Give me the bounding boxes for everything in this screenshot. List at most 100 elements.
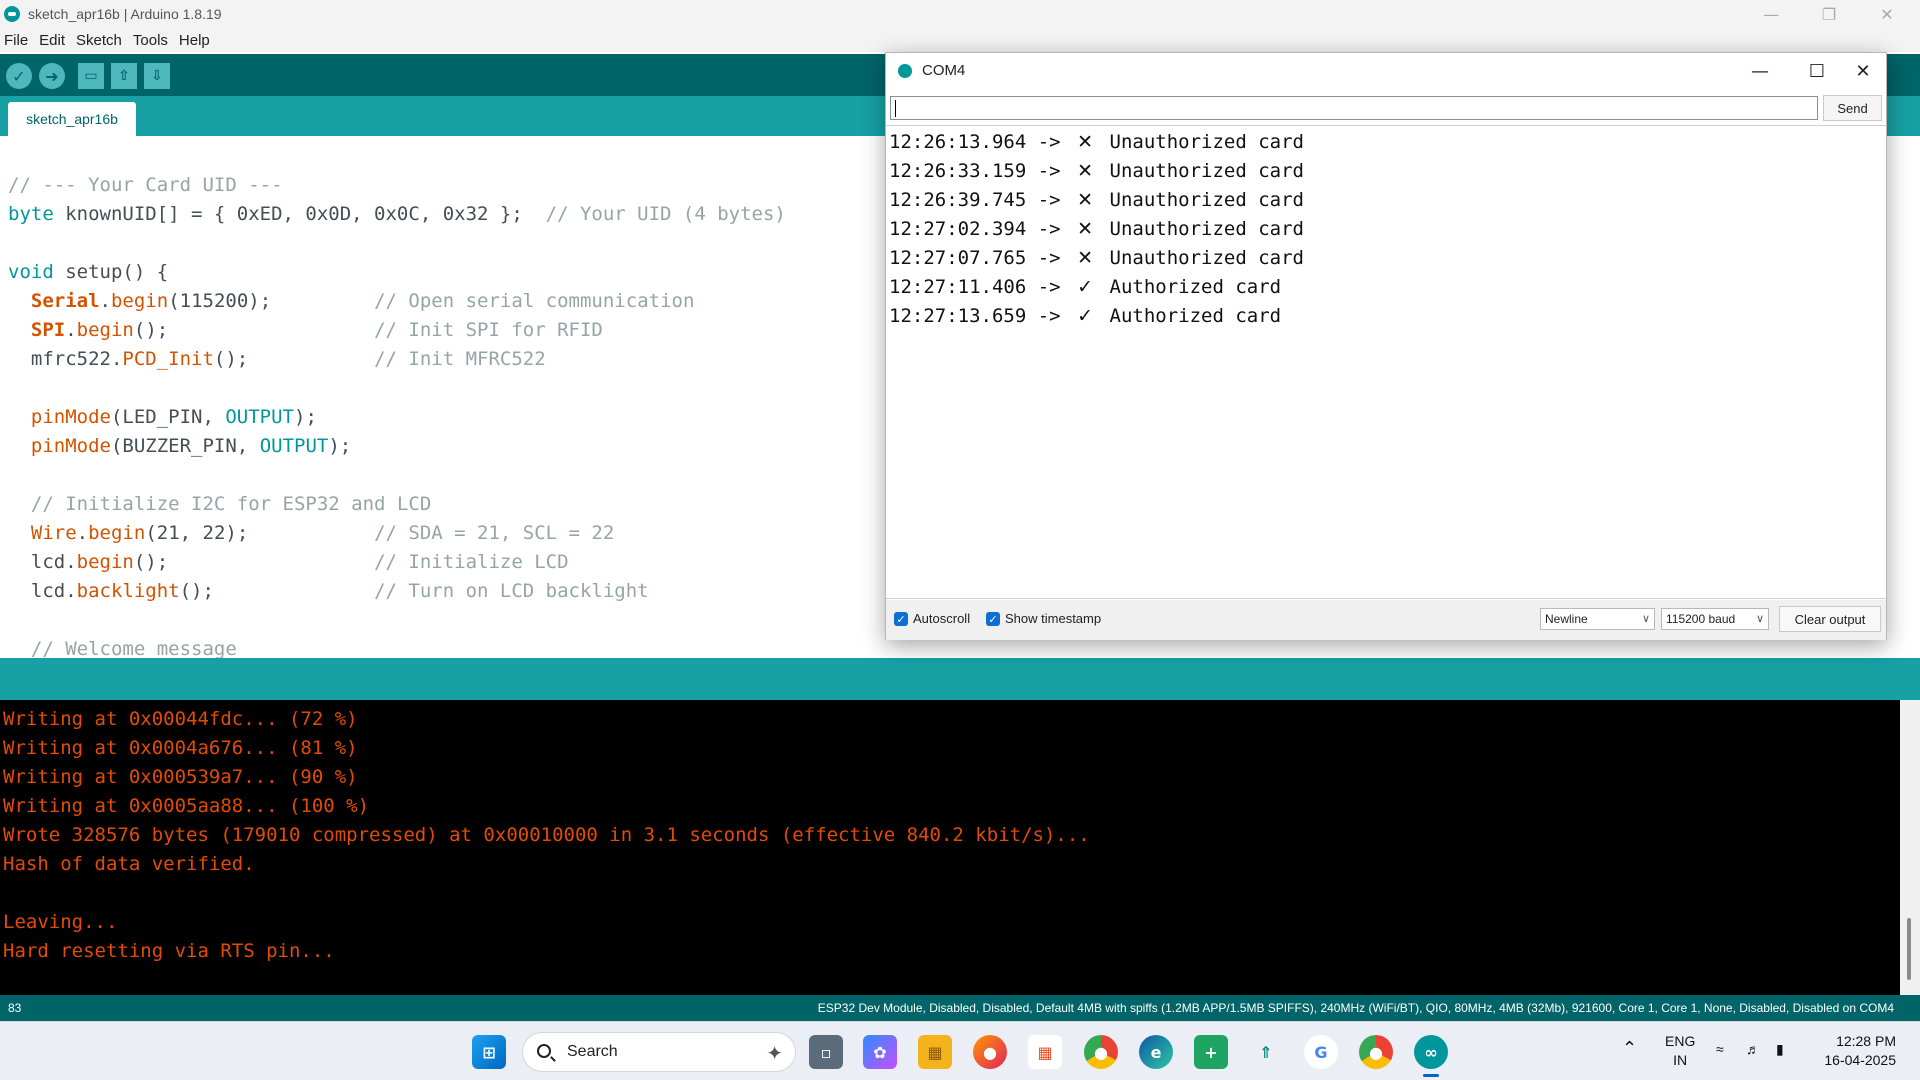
baud-select[interactable]: 115200 baud ∨ — [1661, 608, 1769, 630]
save-icon[interactable]: ⇩ — [144, 63, 170, 89]
code-line: // Welcome message — [30, 638, 237, 658]
timestamp: 12:26:39.745 -> — [889, 189, 1061, 211]
taskbar-search[interactable]: Search ✦ — [522, 1032, 796, 1072]
menu-edit[interactable]: Edit — [39, 32, 65, 49]
battery-icon[interactable]: ▮ — [1776, 1040, 1784, 1059]
menu-file[interactable]: File — [4, 32, 28, 49]
timestamp: 12:27:07.765 -> — [889, 247, 1061, 269]
menu-tools[interactable]: Tools — [133, 32, 168, 49]
restore-icon[interactable]: ❐ — [1800, 0, 1858, 28]
language-label: ENG — [1665, 1033, 1696, 1049]
console-scrollbar[interactable] — [1900, 700, 1920, 995]
console-line: Hash of data verified. — [3, 853, 255, 875]
serial-line: 12:27:07.765 -> ✕ Unauthorized card — [889, 247, 1304, 269]
line-ending-select[interactable]: Newline ∨ — [1540, 608, 1655, 630]
output-console: Writing at 0x00044fdc... (72 %) Writing … — [0, 700, 1920, 995]
chrome-profile-icon[interactable]: ● — [1359, 1035, 1393, 1069]
line-number: 83 — [8, 1001, 22, 1015]
maximize-icon[interactable]: ☐ — [1797, 57, 1837, 85]
message: Unauthorized card — [1109, 131, 1304, 153]
menu-bar: File Edit Sketch Tools Help — [0, 28, 1920, 52]
code-line: void setup() { — [8, 261, 169, 283]
clock[interactable]: 12:28 PM 16-04-2025 — [1810, 1032, 1896, 1070]
file-explorer-icon[interactable]: ▦ — [918, 1035, 952, 1069]
code-lines: // --- Your Card UID --- byte knownUID[]… — [8, 142, 786, 658]
wifi-icon[interactable]: ≈ — [1716, 1040, 1724, 1059]
code-line: // Initialize I2C for ESP32 and LCD — [30, 493, 432, 515]
editor-console-divider[interactable] — [0, 658, 1920, 700]
console-line: Hard resetting via RTS pin... — [3, 940, 335, 962]
arduino-taskbar-icon[interactable]: ∞ — [1414, 1035, 1448, 1069]
menu-help[interactable]: Help — [179, 32, 210, 49]
upload-icon[interactable]: ➜ — [39, 63, 65, 89]
tab-sketch[interactable]: sketch_apr16b — [8, 102, 136, 136]
sheets-icon[interactable]: + — [1194, 1035, 1228, 1069]
title-bar: sketch_apr16b | Arduino 1.8.19 — ❐ ✕ — [0, 0, 1920, 28]
timestamp: 12:27:13.659 -> — [889, 305, 1061, 327]
line-ending-value: Newline — [1545, 612, 1588, 626]
clock-date: 16-04-2025 — [1824, 1052, 1896, 1068]
board-info: ESP32 Dev Module, Disabled, Disabled, De… — [817, 1001, 1894, 1015]
console-line: Leaving... — [3, 911, 118, 933]
google-icon[interactable]: G — [1304, 1035, 1338, 1069]
serial-line: 12:26:13.964 -> ✕ Unauthorized card — [889, 131, 1304, 153]
autoscroll-checkbox[interactable]: ✓ — [894, 612, 908, 626]
code-line: byte knownUID[] = { 0xED, 0x0D, 0x0C, 0x… — [8, 203, 786, 225]
console-line: Writing at 0x0005aa88... (100 %) — [3, 795, 370, 817]
new-icon[interactable]: ▭ — [78, 63, 104, 89]
menu-sketch[interactable]: Sketch — [76, 32, 122, 49]
message: Unauthorized card — [1109, 189, 1304, 211]
clear-output-button[interactable]: Clear output — [1779, 606, 1881, 632]
code-line: SPI.begin(); // Init SPI for RFID — [30, 319, 603, 341]
code-line: Serial.begin(115200); // Open serial com… — [30, 290, 695, 312]
show-timestamp-checkbox[interactable]: ✓ — [986, 612, 1000, 626]
serial-input[interactable] — [890, 96, 1818, 120]
check-icon: ✓ — [1077, 276, 1093, 298]
chrome-icon[interactable]: ● — [1084, 1035, 1118, 1069]
volume-icon[interactable]: ♬ — [1746, 1040, 1760, 1059]
task-view-icon[interactable]: ▫ — [809, 1035, 843, 1069]
open-icon[interactable]: ⇧ — [111, 63, 137, 89]
message: Authorized card — [1109, 276, 1282, 298]
verify-icon[interactable]: ✓ — [6, 63, 32, 89]
microsoft-store-icon[interactable]: ▦ — [1028, 1035, 1062, 1069]
send-button[interactable]: Send — [1823, 95, 1882, 121]
kicad-icon[interactable]: ⇑ — [1249, 1035, 1283, 1069]
search-highlight-icon: ✦ — [766, 1041, 783, 1065]
edge-icon[interactable]: e — [1139, 1035, 1173, 1069]
code-line: // --- Your Card UID --- — [8, 174, 283, 196]
check-icon: ✓ — [1077, 305, 1093, 327]
cross-icon: ✕ — [1077, 218, 1093, 240]
cross-icon: ✕ — [1077, 189, 1093, 211]
serial-title: COM4 — [922, 62, 966, 79]
chevron-up-icon[interactable]: ⌃ — [1622, 1039, 1637, 1058]
serial-output: 12:26:13.964 -> ✕ Unauthorized card 12:2… — [886, 125, 1886, 599]
code-line: lcd.begin(); // Initialize LCD — [8, 551, 569, 573]
serial-line: 12:27:02.394 -> ✕ Unauthorized card — [889, 218, 1304, 240]
scroll-thumb[interactable] — [1907, 918, 1911, 980]
serial-monitor-window: COM4 — ☐ ✕ Send 12:26:13.964 -> ✕ Unauth… — [885, 52, 1887, 640]
minimize-icon[interactable]: — — [1740, 57, 1780, 85]
region-label: IN — [1673, 1052, 1688, 1068]
text-caret — [895, 100, 896, 117]
window-title: sketch_apr16b | Arduino 1.8.19 — [28, 6, 222, 22]
clock-time: 12:28 PM — [1836, 1033, 1896, 1049]
search-icon — [537, 1044, 551, 1058]
firefox-icon[interactable]: ● — [973, 1035, 1007, 1069]
message: Unauthorized card — [1109, 160, 1304, 182]
serial-line: 12:26:33.159 -> ✕ Unauthorized card — [889, 160, 1304, 182]
minimize-icon[interactable]: — — [1742, 0, 1800, 28]
autoscroll-label: Autoscroll — [913, 611, 971, 626]
timestamp: 12:27:02.394 -> — [889, 218, 1061, 240]
copilot-icon[interactable]: ✿ — [863, 1035, 897, 1069]
close-icon[interactable]: ✕ — [1843, 57, 1883, 85]
windows-start-icon[interactable]: ⊞ — [472, 1035, 506, 1069]
cross-icon: ✕ — [1077, 160, 1093, 182]
console-line: Writing at 0x00044fdc... (72 %) — [3, 708, 358, 730]
close-icon[interactable]: ✕ — [1858, 0, 1916, 28]
code-line: pinMode(LED_PIN, OUTPUT); — [30, 406, 317, 428]
language-indicator[interactable]: ENG IN — [1665, 1032, 1695, 1070]
timestamp: 12:26:13.964 -> — [889, 131, 1061, 153]
message: Authorized card — [1109, 305, 1282, 327]
serial-title-bar: COM4 — ☐ ✕ — [886, 53, 1886, 89]
